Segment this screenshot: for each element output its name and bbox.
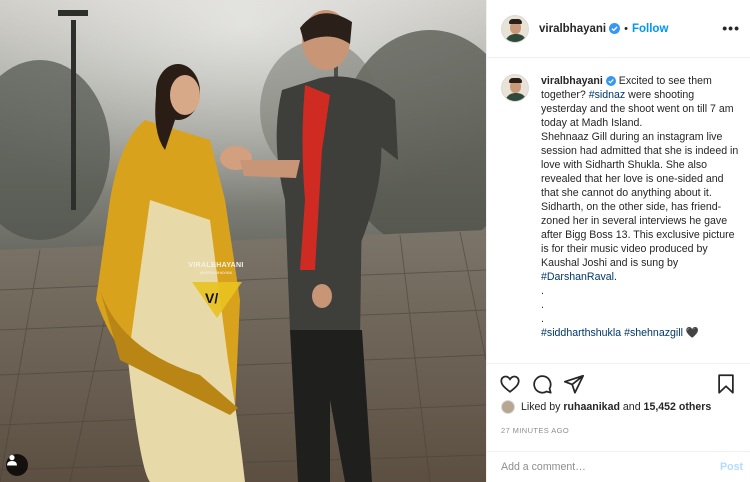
liker-avatar[interactable] [501,400,515,414]
instagram-post: V/ VIRALBHAYANI @VIRALBHAYANI viralbhaya… [0,0,750,482]
avatar[interactable] [501,14,529,43]
comment-bar: Post [487,451,750,482]
post-timestamp[interactable]: 27 MINUTES AGO [501,426,569,435]
comment-input[interactable] [501,461,721,473]
caption-segment: . [614,271,617,283]
caption-text: viralbhayani Excited to see them togethe… [541,74,739,363]
person-icon [7,455,17,466]
caption-dot: . [541,299,544,311]
post-caption: viralbhayani Excited to see them togethe… [487,58,750,363]
bookmark-icon[interactable] [715,373,737,395]
more-options-button[interactable]: ••• [722,20,740,36]
speech-bubble-icon[interactable] [531,373,553,395]
heart-outline-icon[interactable] [499,373,521,395]
likes-summary: Liked by ruhaanikad and 15,452 others [501,400,711,414]
action-bar [487,363,750,401]
post-comment-button[interactable]: Post [720,461,743,473]
heart-emoji: 🖤 [685,327,700,339]
likes-count[interactable]: 15,452 others [644,401,712,413]
watermark-handle: @VIRALBHAYANI [199,270,233,275]
likes-prefix: Liked by [521,401,561,413]
watermark-name: VIRALBHAYANI [188,262,244,269]
verified-badge-icon [609,23,621,34]
tagged-users-button[interactable] [6,454,28,476]
photo-scene: V/ [0,0,486,482]
liker-username[interactable]: ruhaanikad [563,401,620,413]
verified-badge-icon [605,76,616,86]
follow-button[interactable]: Follow [632,23,668,35]
likes-middle: and [622,401,641,413]
caption-dot: . [541,313,544,325]
caption-username[interactable]: viralbhayani [541,75,603,87]
post-side-panel: viralbhayani • Follow ••• viralbhayani E… [486,0,750,482]
hashtag-link[interactable]: #siddharthshukla [541,327,621,339]
photo-watermark: VIRALBHAYANI @VIRALBHAYANI [184,262,248,275]
caption-avatar[interactable] [501,74,529,102]
svg-text:V/: V/ [205,290,218,306]
caption-segment: Shehnaaz Gill during an instagram live s… [541,131,739,269]
header-separator: • [624,22,628,35]
post-header: viralbhayani • Follow ••• [487,0,750,58]
hashtag-link[interactable]: #shehnazgill [624,327,683,339]
hashtag-link[interactable]: #sidnaz [589,89,626,101]
author-username[interactable]: viralbhayani [539,23,606,35]
hashtag-link[interactable]: #DarshanRaval [541,271,614,283]
caption-dot: . [541,285,544,297]
post-photo[interactable]: V/ VIRALBHAYANI @VIRALBHAYANI [0,0,486,482]
paper-plane-icon[interactable] [563,373,585,395]
